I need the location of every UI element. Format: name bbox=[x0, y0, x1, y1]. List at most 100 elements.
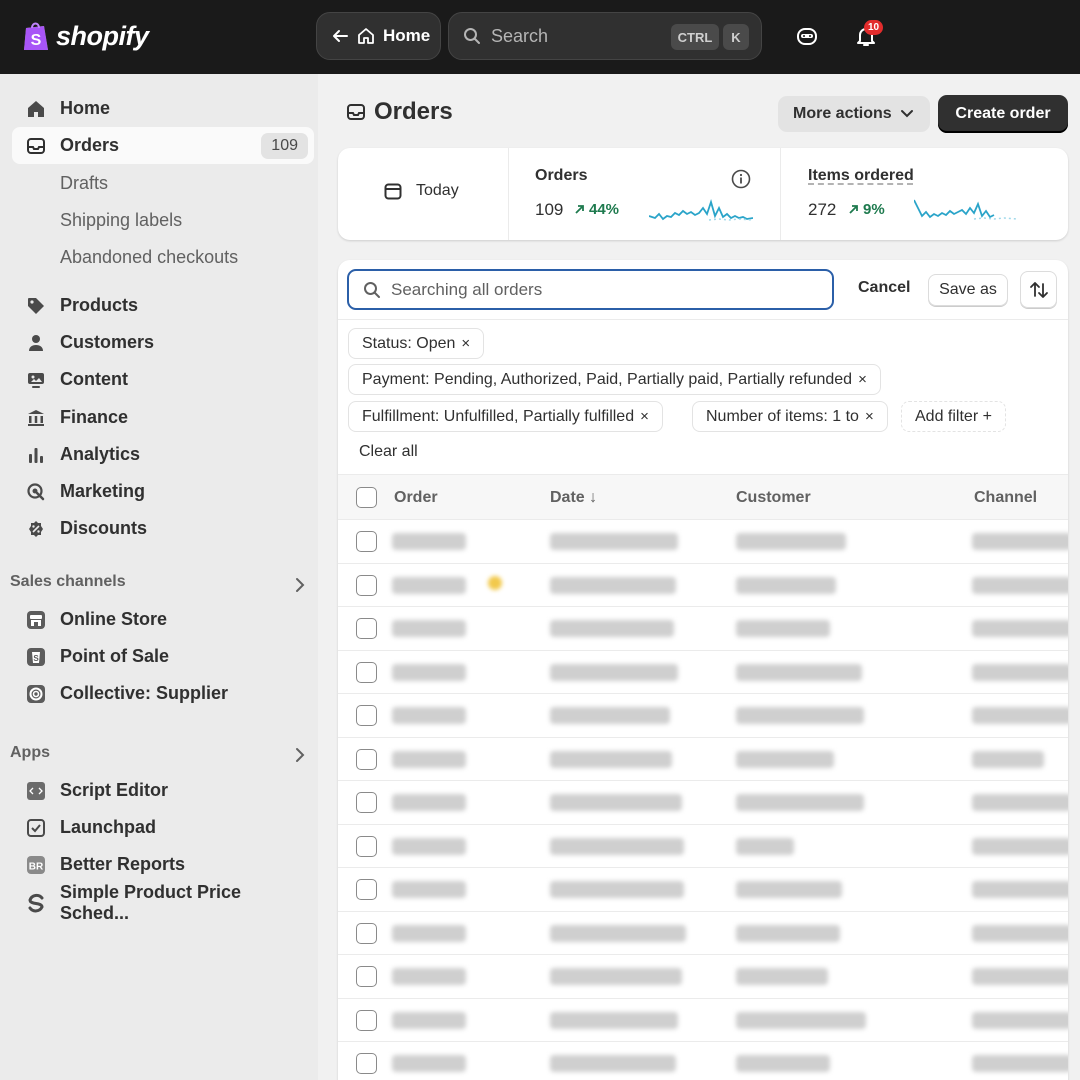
select-all-checkbox[interactable] bbox=[356, 487, 377, 508]
row-checkbox[interactable] bbox=[356, 792, 377, 813]
row-checkbox[interactable] bbox=[356, 574, 377, 596]
global-search[interactable]: Search CTRL K bbox=[448, 12, 762, 60]
flag-icon bbox=[488, 575, 502, 590]
sidebar-subitem-abandoned-checkouts[interactable]: Abandoned checkouts bbox=[60, 247, 238, 268]
table-row[interactable] bbox=[338, 607, 1068, 651]
sidebar-item-label: Online Store bbox=[60, 609, 168, 629]
collective-icon bbox=[26, 684, 46, 704]
items-ordered-metric-label[interactable]: Items ordered bbox=[808, 167, 914, 185]
table-row[interactable] bbox=[338, 651, 1068, 694]
sidebar-item-launchpad[interactable]: Launchpad bbox=[12, 809, 314, 846]
orders-metric-label[interactable]: Orders bbox=[535, 167, 587, 185]
row-checkbox[interactable] bbox=[356, 1053, 377, 1074]
sidebar-item-analytics[interactable]: Analytics bbox=[12, 436, 314, 473]
filter-chip-status[interactable]: Status: Open × bbox=[348, 328, 485, 359]
better-reports-icon: BR bbox=[26, 855, 46, 875]
remove-filter-icon[interactable]: × bbox=[461, 335, 470, 352]
redacted-channel bbox=[972, 794, 1068, 811]
table-row[interactable] bbox=[338, 955, 1068, 999]
remove-filter-icon[interactable]: × bbox=[858, 371, 867, 388]
svg-text:S: S bbox=[33, 654, 39, 663]
row-checkbox[interactable] bbox=[356, 879, 377, 900]
page-title-text: Orders bbox=[374, 98, 453, 125]
clear-all-button[interactable]: Clear all bbox=[359, 443, 418, 461]
inbox-icon bbox=[26, 136, 46, 156]
row-checkbox[interactable] bbox=[356, 618, 377, 639]
info-icon[interactable] bbox=[731, 169, 751, 189]
chevron-down-icon bbox=[900, 110, 913, 118]
row-checkbox[interactable] bbox=[356, 835, 377, 857]
sidebar-item-marketing[interactable]: Marketing bbox=[12, 473, 314, 510]
table-row[interactable] bbox=[338, 781, 1068, 825]
more-actions-button[interactable]: More actions bbox=[778, 96, 930, 132]
apps-heading[interactable]: Apps bbox=[10, 744, 50, 762]
redacted-customer bbox=[736, 794, 864, 811]
store-avatar-button[interactable] bbox=[791, 20, 823, 52]
sidebar-item-label: Content bbox=[60, 369, 128, 389]
table-row[interactable] bbox=[338, 868, 1068, 912]
sidebar-item-content[interactable]: Content bbox=[12, 361, 314, 398]
table-row[interactable] bbox=[338, 999, 1068, 1042]
bank-icon bbox=[26, 408, 46, 428]
chevron-right-icon[interactable] bbox=[292, 577, 308, 593]
sidebar-item-label: Point of Sale bbox=[60, 646, 170, 666]
filter-chip-fulfillment[interactable]: Fulfillment: Unfulfilled, Partially fulf… bbox=[348, 401, 663, 432]
sidebar-subitem-drafts[interactable]: Drafts bbox=[60, 173, 108, 194]
row-checkbox[interactable] bbox=[356, 748, 377, 770]
sales-channels-heading[interactable]: Sales channels bbox=[10, 573, 126, 591]
column-header-channel[interactable]: Channel bbox=[974, 489, 1037, 507]
sort-button[interactable] bbox=[1020, 271, 1057, 308]
row-checkbox[interactable] bbox=[356, 966, 377, 987]
sidebar-item-script-editor[interactable]: Script Editor bbox=[12, 772, 314, 809]
sidebar-item-orders[interactable]: Orders 109 bbox=[12, 127, 314, 164]
sidebar-item-online-store[interactable]: Online Store bbox=[12, 601, 314, 638]
sidebar-item-discounts[interactable]: Discounts bbox=[12, 510, 314, 547]
table-row[interactable] bbox=[338, 912, 1068, 955]
row-checkbox[interactable] bbox=[356, 705, 377, 726]
redacted-channel bbox=[972, 1011, 1068, 1029]
cancel-button[interactable]: Cancel bbox=[858, 279, 910, 297]
filter-chip-number-of-items[interactable]: Number of items: 1 to × bbox=[692, 401, 888, 432]
table-row[interactable] bbox=[338, 520, 1068, 564]
column-header-date[interactable]: Date ↓ bbox=[550, 489, 597, 507]
create-order-button[interactable]: Create order bbox=[938, 95, 1068, 133]
sidebar-item-customers[interactable]: Customers bbox=[12, 324, 314, 361]
table-row[interactable] bbox=[338, 564, 1068, 607]
redacted-channel bbox=[972, 663, 1068, 681]
sidebar-item-simple-price[interactable]: Simple Product Price Sched... bbox=[12, 882, 314, 923]
sidebar-item-point-of-sale[interactable]: S Point of Sale bbox=[12, 638, 314, 675]
table-row[interactable] bbox=[338, 694, 1068, 738]
tag-icon bbox=[26, 296, 46, 316]
redacted-date bbox=[550, 576, 676, 594]
filter-chip-payment[interactable]: Payment: Pending, Authorized, Paid, Part… bbox=[348, 364, 881, 395]
sidebar-item-collective[interactable]: Collective: Supplier bbox=[12, 675, 314, 712]
row-checkbox[interactable] bbox=[356, 661, 377, 683]
save-as-button[interactable]: Save as bbox=[928, 274, 1008, 306]
add-filter-button[interactable]: Add filter + bbox=[901, 401, 1006, 432]
row-checkbox[interactable] bbox=[356, 922, 377, 944]
table-row[interactable] bbox=[338, 1042, 1068, 1080]
sidebar-item-better-reports[interactable]: BR Better Reports bbox=[12, 846, 314, 883]
remove-filter-icon[interactable]: × bbox=[640, 408, 649, 425]
table-row[interactable] bbox=[338, 825, 1068, 868]
date-range-button[interactable]: Today bbox=[384, 182, 459, 200]
sidebar-item-products[interactable]: Products bbox=[12, 287, 314, 324]
sidebar-subitem-shipping-labels[interactable]: Shipping labels bbox=[60, 210, 182, 231]
sidebar-item-finance[interactable]: Finance bbox=[12, 399, 314, 436]
remove-filter-icon[interactable]: × bbox=[865, 408, 874, 425]
table-row[interactable] bbox=[338, 738, 1068, 781]
redacted-order-number bbox=[392, 620, 466, 637]
orders-search-input[interactable]: Searching all orders bbox=[347, 269, 834, 310]
redacted-customer bbox=[736, 1011, 866, 1029]
chevron-right-icon[interactable] bbox=[292, 747, 308, 763]
sidebar-item-label: Orders bbox=[60, 135, 120, 155]
shopify-logo[interactable]: S shopify bbox=[22, 20, 149, 52]
calendar-icon bbox=[384, 183, 402, 200]
row-checkbox[interactable] bbox=[356, 1009, 377, 1031]
home-nav-button[interactable]: Home bbox=[316, 12, 441, 60]
column-header-customer[interactable]: Customer bbox=[736, 489, 811, 507]
sidebar-item-home[interactable]: Home bbox=[12, 90, 314, 127]
row-checkbox[interactable] bbox=[356, 531, 377, 552]
column-header-order[interactable]: Order bbox=[394, 489, 438, 507]
redacted-customer bbox=[736, 881, 842, 898]
